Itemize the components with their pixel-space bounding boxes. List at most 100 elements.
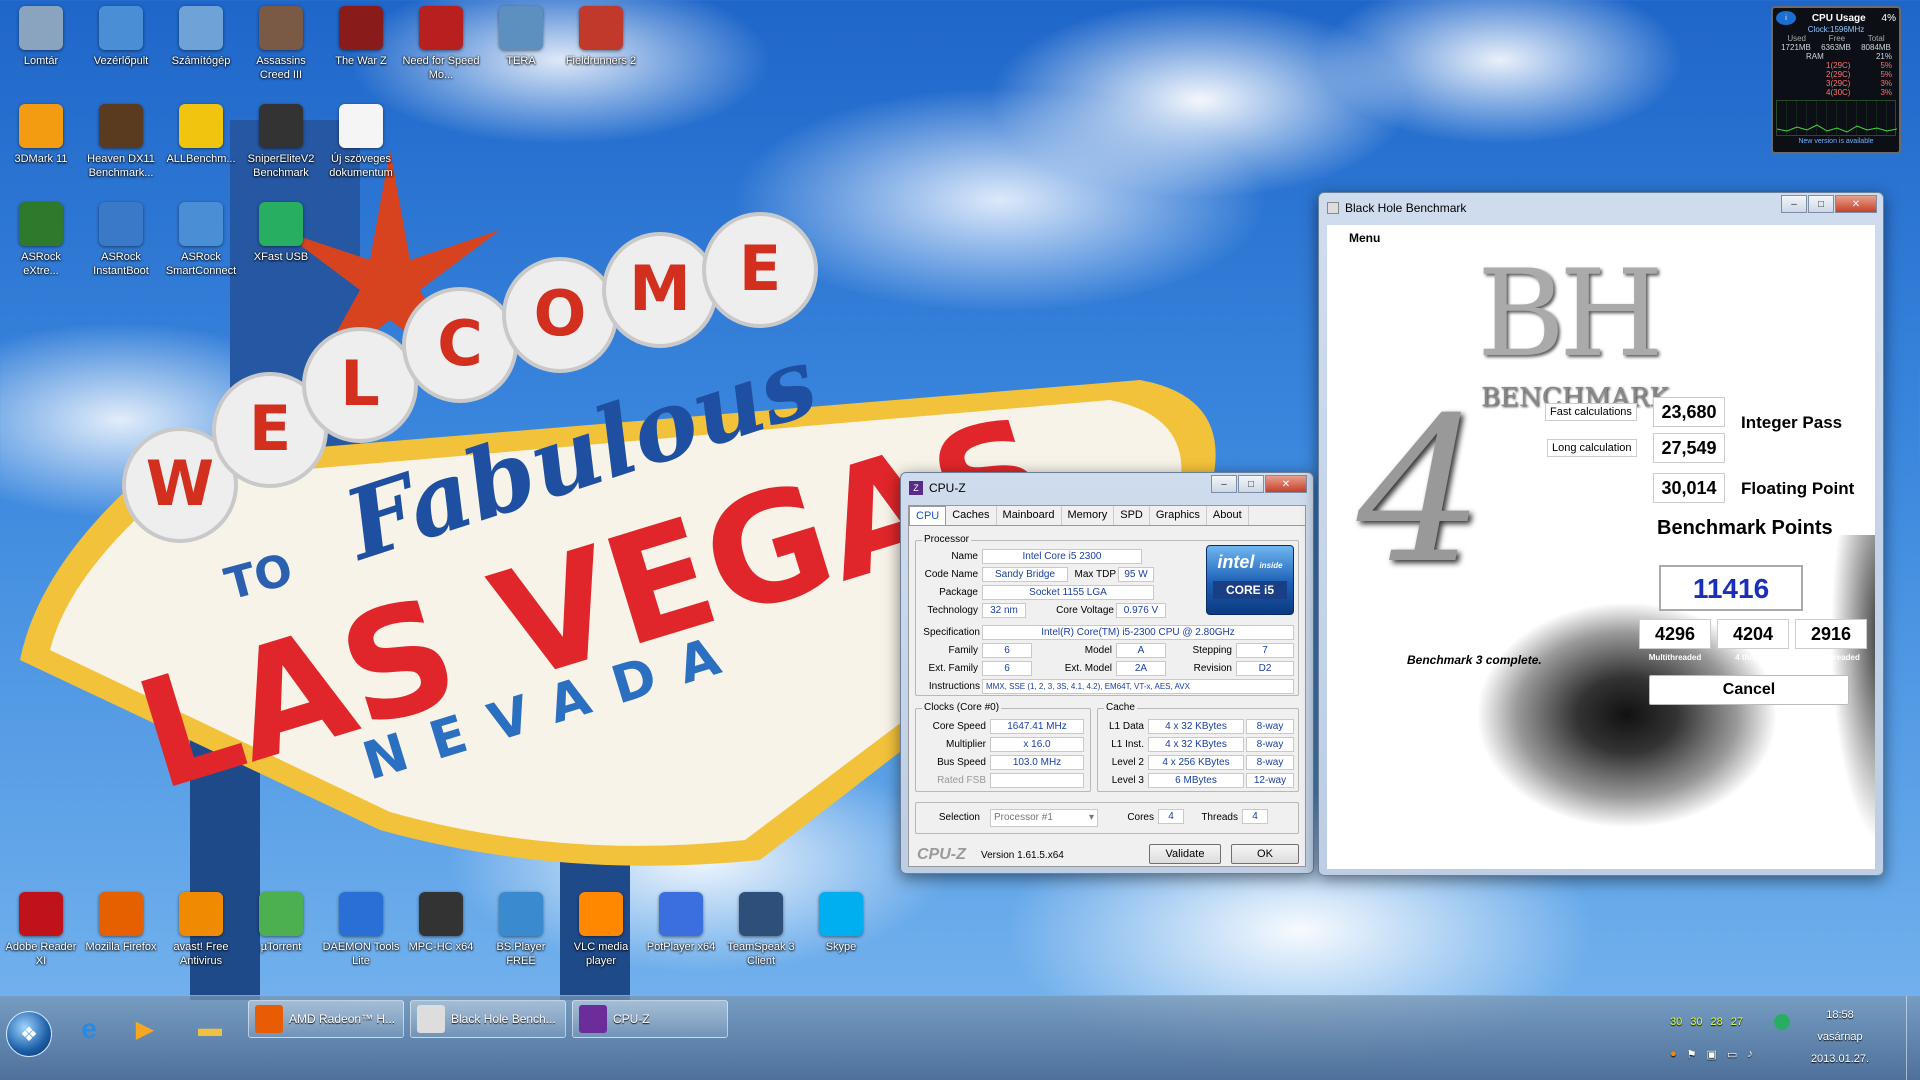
fieldrunners-icon <box>579 6 623 50</box>
clock-time: 18:58 <box>1826 1009 1854 1021</box>
maximize-button[interactable]: □ <box>1808 195 1834 213</box>
desktop-icon[interactable]: ALLBenchm... <box>162 104 240 166</box>
desktop-icon[interactable]: SniperEliteV2 Benchmark <box>242 104 320 180</box>
media-player-pinned-icon[interactable]: ▶ <box>120 1006 170 1052</box>
tab-mainboard[interactable]: Mainboard <box>997 506 1062 525</box>
desktop-icon[interactable]: avast! Free Antivirus <box>162 892 240 968</box>
desktop-icon[interactable]: MPC-HC x64 <box>402 892 480 954</box>
desktop-icon[interactable]: TERA <box>482 6 560 68</box>
vlc-icon <box>579 892 623 936</box>
tab-graphics[interactable]: Graphics <box>1150 506 1207 525</box>
ie-pinned-icon[interactable]: e <box>64 1006 114 1052</box>
menu-button[interactable]: Menu <box>1349 231 1380 245</box>
desktop-icon-label: Fieldrunners 2 <box>565 55 637 67</box>
desktop-icon[interactable]: DAEMON Tools Lite <box>322 892 400 968</box>
amd-radeon-icon <box>255 1005 283 1033</box>
tab-spd[interactable]: SPD <box>1114 506 1150 525</box>
intel-core-text: CORE i5 <box>1213 581 1287 599</box>
close-button[interactable]: ✕ <box>1265 475 1307 493</box>
explorer-pinned-icon[interactable]: ▬ <box>185 1006 235 1052</box>
clock-date: 2013.01.27. <box>1810 1053 1870 1065</box>
desktop-icon-label: µTorrent <box>260 941 302 953</box>
taskbar-task[interactable]: CPU-Z <box>572 1000 728 1038</box>
flag-icon[interactable]: ⚑ <box>1687 1048 1697 1061</box>
desktop-icon[interactable]: Lomtár <box>2 6 80 68</box>
extmodel-label: Ext. Model <box>1064 663 1112 674</box>
desktop-icon[interactable]: ASRock eXtre... <box>2 202 80 278</box>
desktop-icon[interactable]: Számítógép <box>162 6 240 68</box>
start-button[interactable]: ❖ <box>6 1011 52 1057</box>
tab-about[interactable]: About <box>1207 506 1249 525</box>
network-icon[interactable]: ▣ <box>1707 1048 1717 1061</box>
taskbar: ❖ e ▶ ▬ AMD Radeon™ H... Black Hole Bench… <box>0 995 1920 1080</box>
desktop-icon[interactable]: ASRock InstantBoot <box>82 202 160 278</box>
tray-temp[interactable]: 30 <box>1690 1016 1702 1028</box>
cpu-usage-gadget[interactable]: i CPU Usage 4% Clock:1596MHz Used Free T… <box>1771 6 1901 154</box>
desktop-icon[interactable]: XFast USB <box>242 202 320 264</box>
selection-group: Selection Processor #1 ▾ Cores 4 Threads … <box>915 802 1299 834</box>
tray-temp[interactable]: 30 <box>1670 1016 1682 1028</box>
desktop-icon[interactable]: Mozilla Firefox <box>82 892 160 954</box>
tab-cpu[interactable]: CPU <box>909 506 947 525</box>
desktop-icon[interactable]: PotPlayer x64 <box>642 892 720 954</box>
clock[interactable]: 18:58 vasárnap 2013.01.27. <box>1800 1004 1880 1070</box>
cpuz-titlebar[interactable]: Z CPU-Z – □ ✕ <box>901 473 1313 503</box>
core-pct: 3% <box>1880 79 1892 88</box>
taskbar-task[interactable]: AMD Radeon™ H... <box>248 1000 404 1038</box>
desktop-icon[interactable]: 3DMark 11 <box>2 104 80 166</box>
desktop-icon[interactable]: VLC media player <box>562 892 640 968</box>
desktop-icon[interactable]: Új szöveges dokumentum <box>322 104 400 180</box>
busspeed-label: Bus Speed <box>937 757 986 768</box>
codename-label: Code Name <box>924 569 978 580</box>
show-desktop-button[interactable] <box>1906 996 1920 1080</box>
desktop-icon[interactable]: ASRock SmartConnect <box>162 202 240 278</box>
cpuz-window[interactable]: Z CPU-Z – □ ✕ CPU Caches Mainboard Memory SP… <box>900 472 1314 874</box>
desktop-icon[interactable]: Need for Speed Mo... <box>402 6 480 82</box>
selection-value: Processor #1 <box>994 812 1053 823</box>
ratedfsb-value <box>990 773 1084 788</box>
desktop-icon[interactable]: Assassins Creed III <box>242 6 320 82</box>
validate-button[interactable]: Validate <box>1149 844 1221 864</box>
minimize-button[interactable]: – <box>1211 475 1237 493</box>
wifi-icon[interactable] <box>1774 1014 1790 1030</box>
avast-tray-icon[interactable]: ● <box>1670 1048 1677 1061</box>
utorrent-icon <box>259 892 303 936</box>
close-button[interactable]: ✕ <box>1835 195 1877 213</box>
black-hole-window[interactable]: Black Hole Benchmark – □ ✕ Menu BH BENCH… <box>1318 192 1884 876</box>
l2-value: 4 x 256 KBytes <box>1148 755 1244 770</box>
desktop-icon[interactable]: µTorrent <box>242 892 320 954</box>
cancel-button[interactable]: Cancel <box>1649 675 1849 705</box>
fast-calc-value: 23,680 <box>1653 397 1725 427</box>
selection-dropdown[interactable]: Processor #1 ▾ <box>990 809 1098 827</box>
maximize-button[interactable]: □ <box>1238 475 1264 493</box>
tdp-value: 95 W <box>1118 567 1154 582</box>
desktop-icon[interactable]: TeamSpeak 3 Client <box>722 892 800 968</box>
multithreaded-label: Multithreaded <box>1648 653 1702 662</box>
l3-label: Level 3 <box>1111 775 1144 786</box>
desktop-icon[interactable]: Heaven DX11 Benchmark... <box>82 104 160 180</box>
xfast-usb-icon <box>259 202 303 246</box>
desktop-icon[interactable]: Adobe Reader XI <box>2 892 80 968</box>
desktop-icon[interactable]: Fieldrunners 2 <box>562 6 640 68</box>
volume-icon[interactable]: ♪ <box>1747 1048 1753 1061</box>
tab-caches[interactable]: Caches <box>946 506 997 525</box>
desktop-icon[interactable]: BS.Player FREE <box>482 892 560 968</box>
gadget-footer[interactable]: New version is available <box>1776 138 1896 145</box>
l2-label: Level 2 <box>1111 757 1144 768</box>
desktop-icon[interactable]: Skype <box>802 892 880 954</box>
display-icon[interactable]: ▭ <box>1727 1048 1737 1061</box>
package-label: Package <box>939 587 978 598</box>
minimize-button[interactable]: – <box>1781 195 1807 213</box>
threads-value: 4204 <box>1717 619 1789 649</box>
desktop-icon[interactable]: Vezérlőpult <box>82 6 160 68</box>
tray-temp[interactable]: 28 <box>1711 1016 1723 1028</box>
ok-button[interactable]: OK <box>1231 844 1299 864</box>
daemon-tools-icon <box>339 892 383 936</box>
bh-titlebar[interactable]: Black Hole Benchmark – □ ✕ <box>1319 193 1883 223</box>
tab-memory[interactable]: Memory <box>1062 506 1115 525</box>
taskbar-task[interactable]: Black Hole Bench... <box>410 1000 566 1038</box>
desktop-icon[interactable]: The War Z <box>322 6 400 68</box>
tray-temp[interactable]: 27 <box>1731 1016 1743 1028</box>
l2-way: 8-way <box>1246 755 1294 770</box>
mpc-hc-icon <box>419 892 463 936</box>
